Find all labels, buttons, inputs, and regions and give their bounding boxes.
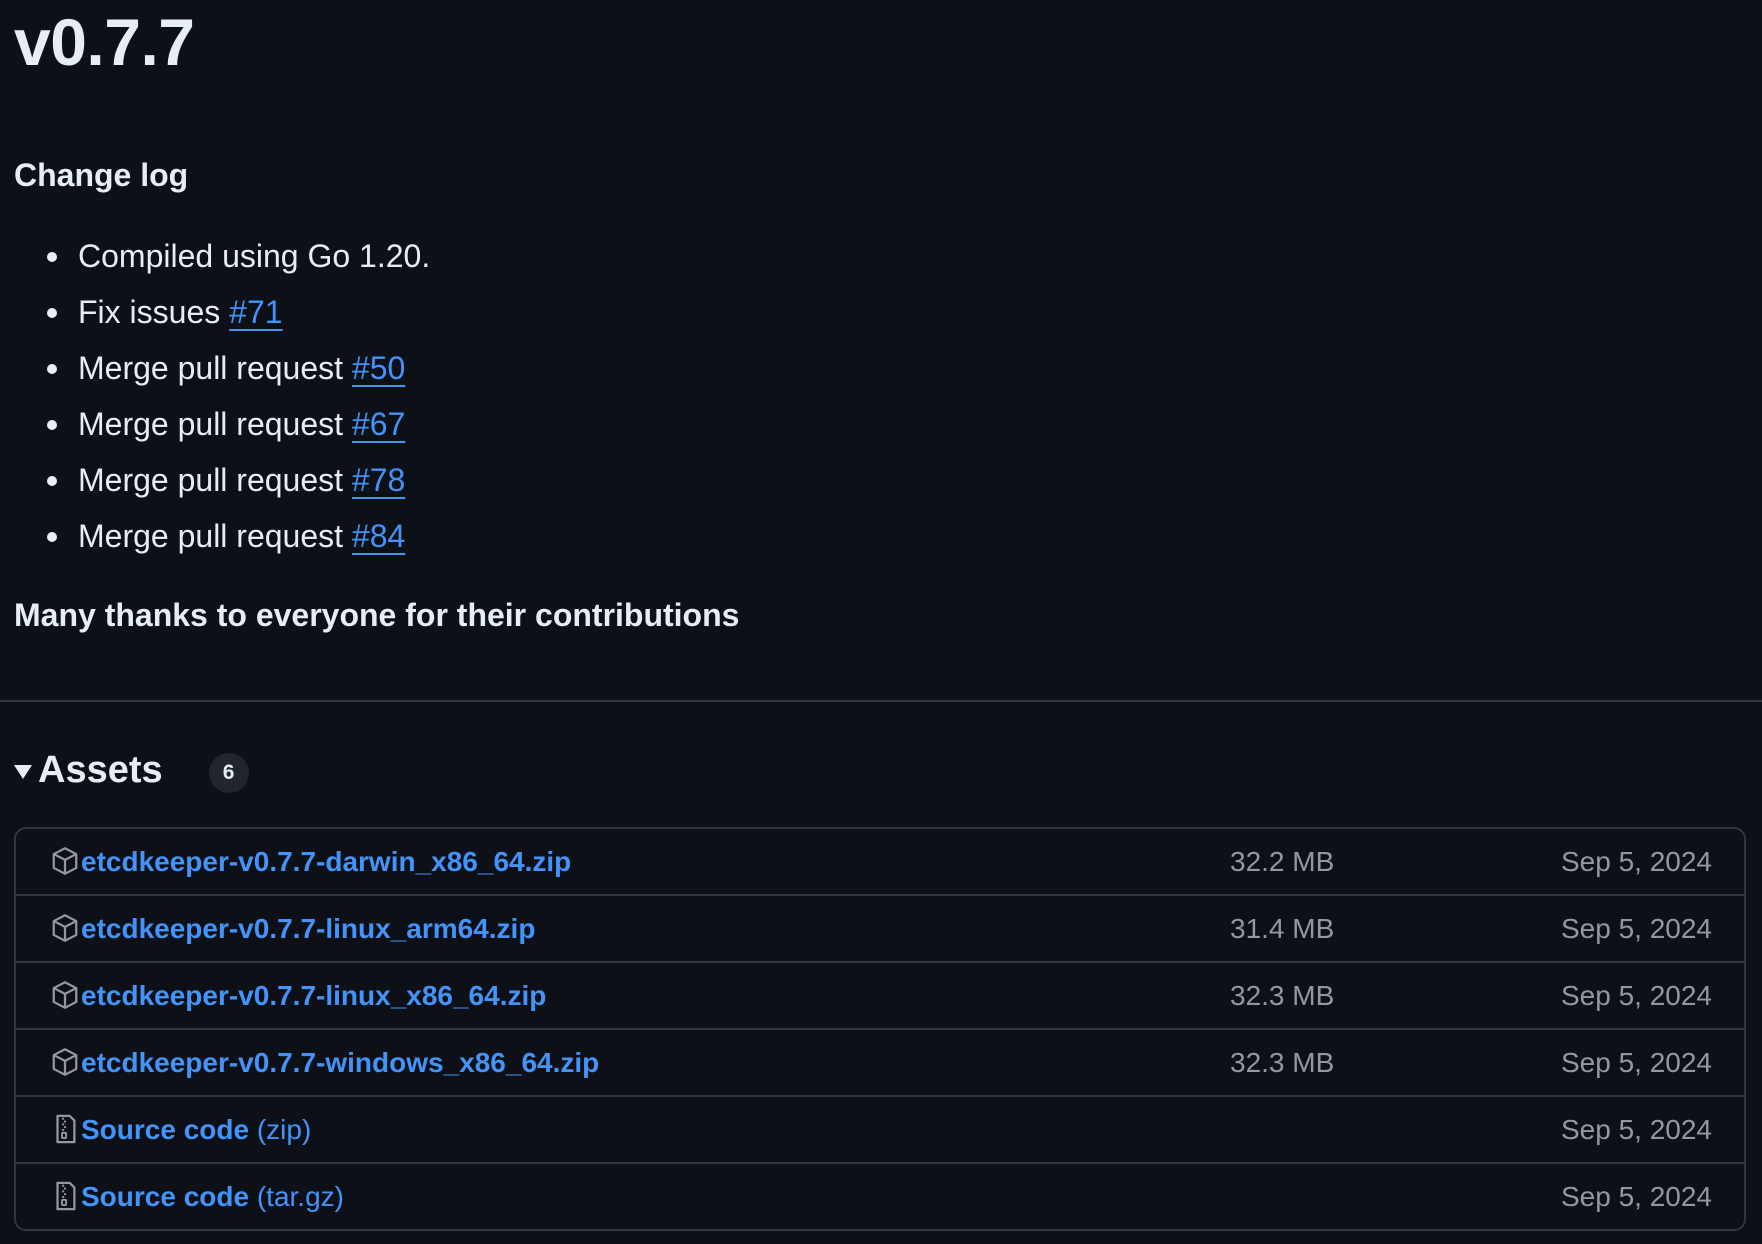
asset-download-link[interactable]: etcdkeeper-v0.7.7-windows_x86_64.zip bbox=[81, 1030, 599, 1095]
package-icon bbox=[52, 847, 78, 875]
changelog-item-text: Merge pull request bbox=[78, 406, 352, 442]
asset-size: 32.3 MB bbox=[1230, 980, 1335, 1011]
asset-download-link[interactable]: etcdkeeper-v0.7.7-darwin_x86_64.zip bbox=[81, 829, 571, 894]
package-icon bbox=[52, 981, 78, 1009]
asset-date: Sep 5, 2024 bbox=[1560, 913, 1712, 944]
section-divider bbox=[0, 700, 1762, 702]
asset-row: etcdkeeper-v0.7.7-darwin_x86_64.zip 32.2… bbox=[16, 829, 1744, 894]
changelog-heading: Change log bbox=[14, 157, 189, 193]
file-zip-icon bbox=[56, 1181, 76, 1211]
asset-date: Sep 5, 2024 bbox=[1560, 1047, 1712, 1078]
bullet-icon bbox=[47, 532, 57, 542]
asset-row: Source code (zip) Sep 5, 2024 bbox=[16, 1095, 1744, 1162]
bullet-icon bbox=[47, 420, 57, 430]
bullet-icon bbox=[47, 476, 57, 486]
issue-link-71[interactable]: #71 bbox=[229, 294, 282, 330]
asset-size: 32.2 MB bbox=[1230, 846, 1335, 877]
package-icon bbox=[52, 1048, 78, 1076]
changelog-item: Fix issues #71 bbox=[47, 284, 430, 340]
bullet-icon bbox=[47, 308, 57, 318]
changelog-item-text: Merge pull request bbox=[78, 350, 352, 386]
asset-row: etcdkeeper-v0.7.7-linux_x86_64.zip 32.3 … bbox=[16, 961, 1744, 1028]
thanks-note: Many thanks to everyone for their contri… bbox=[14, 597, 740, 633]
asset-download-link[interactable]: etcdkeeper-v0.7.7-linux_x86_64.zip bbox=[81, 963, 546, 1028]
asset-row: Source code (tar.gz) Sep 5, 2024 bbox=[16, 1162, 1744, 1229]
changelog-item: Merge pull request #84 bbox=[47, 508, 430, 564]
asset-row: etcdkeeper-v0.7.7-linux_arm64.zip 31.4 M… bbox=[16, 894, 1744, 961]
caret-down-icon bbox=[14, 765, 32, 779]
pull-request-link-50[interactable]: #50 bbox=[352, 350, 405, 386]
asset-size: 32.3 MB bbox=[1230, 1047, 1335, 1078]
asset-date: Sep 5, 2024 bbox=[1560, 846, 1712, 877]
changelog-item-text: Merge pull request bbox=[78, 462, 352, 498]
asset-download-link[interactable]: etcdkeeper-v0.7.7-linux_arm64.zip bbox=[81, 896, 535, 961]
asset-download-link[interactable]: Source code (tar.gz) bbox=[81, 1164, 344, 1229]
bullet-icon bbox=[47, 364, 57, 374]
bullet-icon bbox=[47, 252, 57, 262]
assets-list: etcdkeeper-v0.7.7-darwin_x86_64.zip 32.2… bbox=[14, 827, 1746, 1231]
changelog-item-text: Compiled using Go 1.20. bbox=[78, 238, 431, 274]
asset-date: Sep 5, 2024 bbox=[1560, 1114, 1712, 1145]
package-icon bbox=[52, 914, 78, 942]
changelog-item: Merge pull request #50 bbox=[47, 340, 430, 396]
pull-request-link-84[interactable]: #84 bbox=[352, 518, 405, 554]
assets-count-badge: 6 bbox=[208, 753, 249, 793]
changelog-list: Compiled using Go 1.20. Fix issues #71 M… bbox=[14, 228, 430, 564]
pull-request-link-67[interactable]: #67 bbox=[352, 406, 405, 442]
asset-date: Sep 5, 2024 bbox=[1560, 980, 1712, 1011]
pull-request-link-78[interactable]: #78 bbox=[352, 462, 405, 498]
asset-download-link[interactable]: Source code (zip) bbox=[81, 1097, 311, 1162]
changelog-item-text: Merge pull request bbox=[78, 518, 352, 554]
changelog-item: Merge pull request #67 bbox=[47, 396, 430, 452]
file-zip-icon bbox=[56, 1114, 76, 1144]
asset-row: etcdkeeper-v0.7.7-windows_x86_64.zip 32.… bbox=[16, 1028, 1744, 1095]
release-title: v0.7.7 bbox=[14, 5, 195, 79]
changelog-item: Compiled using Go 1.20. bbox=[47, 228, 431, 284]
asset-date: Sep 5, 2024 bbox=[1560, 1181, 1712, 1212]
assets-title: Assets bbox=[38, 748, 163, 791]
assets-toggle[interactable]: Assets 6 bbox=[14, 742, 249, 798]
release-body: v0.7.7 Change log Compiled using Go 1.20… bbox=[14, 0, 1748, 633]
changelog-item-text: Fix issues bbox=[78, 294, 230, 330]
asset-size: 31.4 MB bbox=[1230, 913, 1335, 944]
changelog-item: Merge pull request #78 bbox=[47, 452, 430, 508]
